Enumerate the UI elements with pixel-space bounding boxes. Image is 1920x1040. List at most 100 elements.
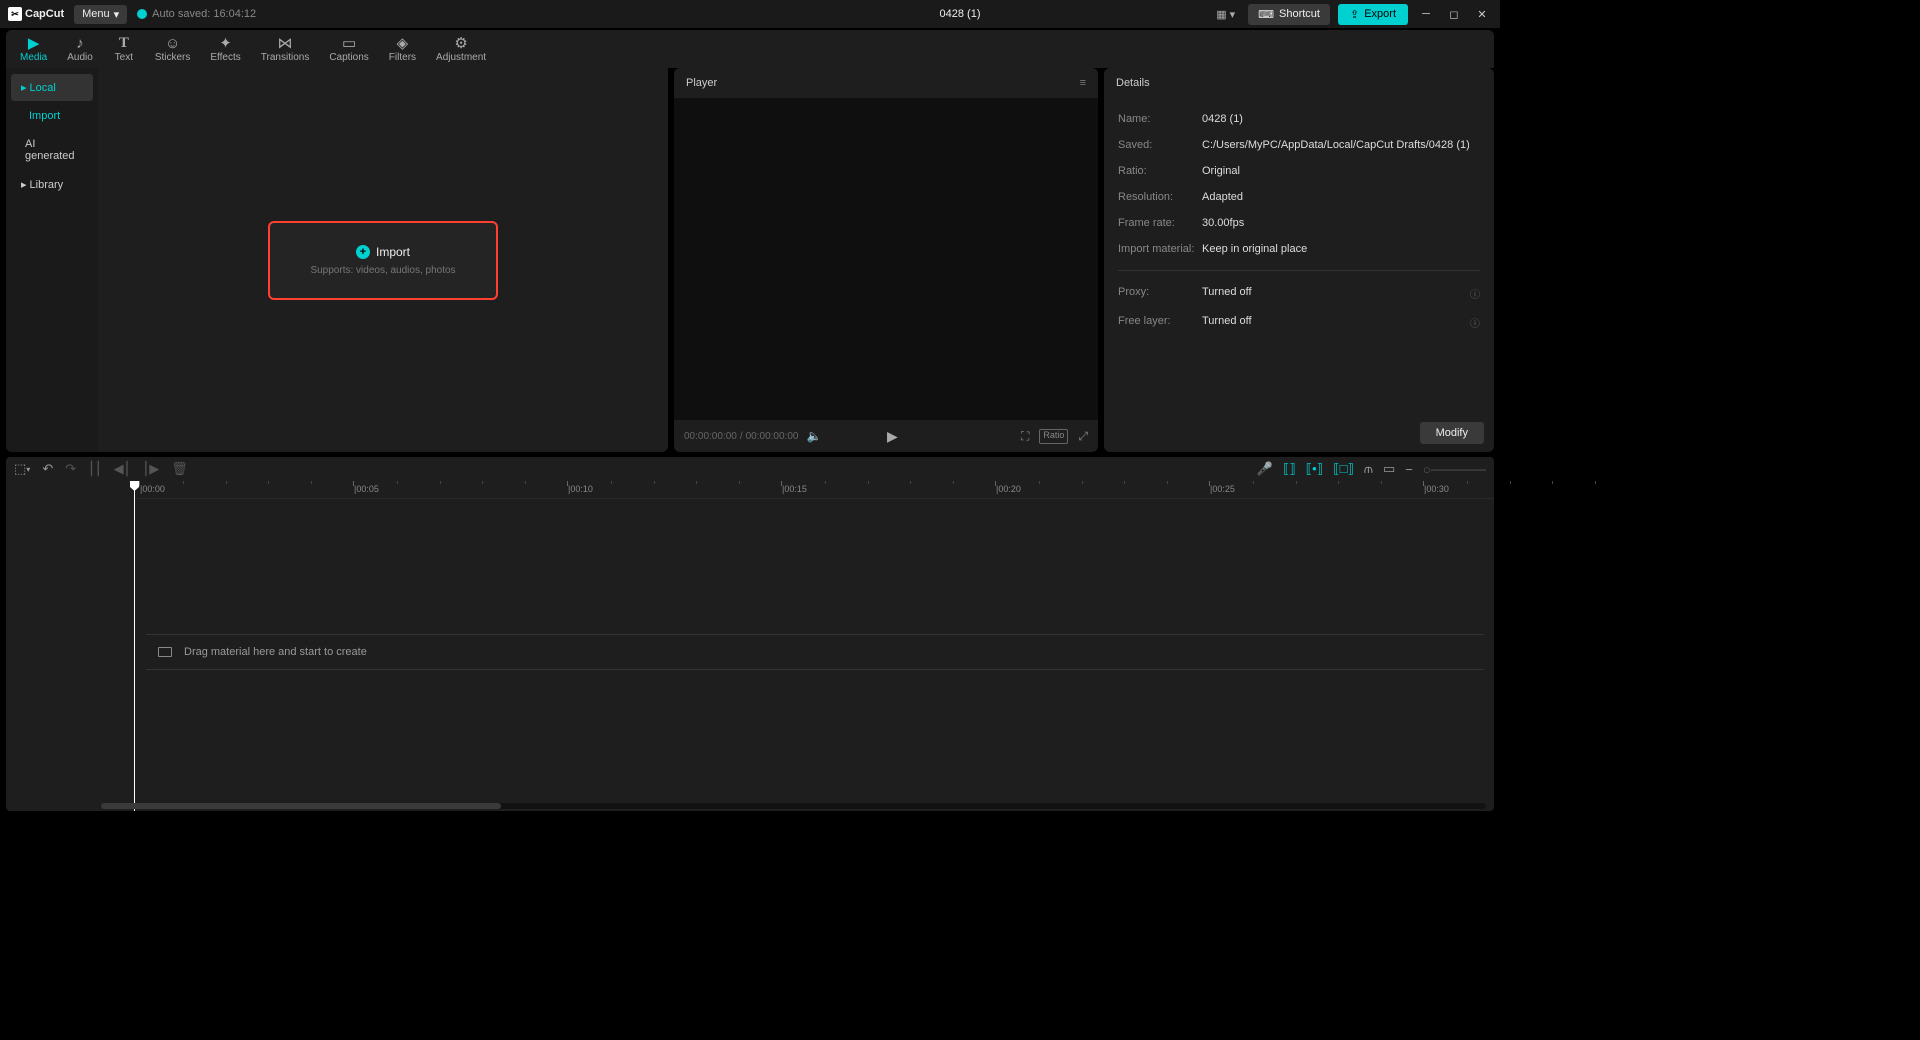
sidebar-item-library[interactable]: ▸Library	[11, 171, 93, 198]
media-content: + Import Supports: videos, audios, photo…	[98, 68, 668, 452]
minimize-button[interactable]: ─	[1416, 4, 1436, 24]
tab-audio[interactable]: ♪Audio	[57, 33, 103, 65]
detail-row-saved: Saved:C:/Users/MyPC/AppData/Local/CapCut…	[1118, 132, 1480, 158]
redo-button[interactable]: ↷	[65, 461, 76, 477]
info-icon[interactable]: ⓘ	[1470, 315, 1480, 330]
delete-button[interactable]: 🗑	[171, 461, 188, 477]
tab-stickers[interactable]: ☺Stickers	[145, 33, 201, 65]
shortcut-button[interactable]: ⌨ Shortcut	[1248, 4, 1330, 25]
tab-label: Filters	[389, 52, 416, 63]
linkage-button[interactable]: ⟦□⟧	[1333, 461, 1354, 477]
detail-row-ratio: Ratio:Original	[1118, 158, 1480, 184]
trim-right-button[interactable]: ⎮▶	[142, 461, 159, 477]
tab-transitions[interactable]: ⋈Transitions	[251, 33, 320, 65]
volume-icon[interactable]: 🔈	[806, 429, 821, 443]
auto-snap-button[interactable]: ⟦•⟧	[1306, 461, 1323, 477]
undo-button[interactable]: ↶	[42, 461, 53, 477]
detail-label: Free layer:	[1118, 315, 1202, 330]
time-total: 00:00:00:00	[746, 431, 799, 442]
import-subtitle: Supports: videos, audios, photos	[310, 265, 455, 276]
keyboard-icon: ⌨	[1258, 8, 1274, 21]
timecode: 00:00:00:00 / 00:00:00:00	[684, 431, 798, 442]
timeline-tracks[interactable]: Drag material here and start to create	[6, 499, 1494, 797]
tab-filters[interactable]: ◈Filters	[379, 33, 426, 65]
trim-left-button[interactable]: ◀⎮	[114, 461, 131, 477]
mic-button[interactable]: 🎤	[1257, 461, 1273, 477]
detail-value: Adapted	[1202, 191, 1480, 203]
detail-value: Keep in original place	[1202, 243, 1480, 255]
tab-label: Effects	[210, 52, 240, 63]
info-icon[interactable]: ⓘ	[1470, 286, 1480, 301]
tab-text[interactable]: TText	[103, 33, 145, 65]
time-current: 00:00:00:00	[684, 431, 737, 442]
player-header: Player ≡	[674, 68, 1098, 98]
top-tabs: ▶Media ♪Audio TText ☺Stickers ✦Effects ⋈…	[6, 30, 1494, 68]
separator	[1118, 270, 1480, 271]
player-controls-right: ⛶ Ratio ⤢	[1021, 429, 1088, 444]
tab-effects[interactable]: ✦Effects	[200, 33, 250, 65]
detail-label: Name:	[1118, 113, 1202, 125]
import-dropzone[interactable]: + Import Supports: videos, audios, photo…	[268, 221, 497, 300]
details-panel: Details Name:0428 (1) Saved:C:/Users/MyP…	[1104, 68, 1494, 452]
tab-label: Audio	[67, 52, 93, 63]
maximize-button[interactable]: ◻	[1444, 4, 1464, 24]
timeline-toolbar-right: 🎤 ⟦⟧ ⟦•⟧ ⟦□⟧ ⫙ ▭ − ○──────	[1257, 461, 1486, 477]
detail-value: C:/Users/MyPC/AppData/Local/CapCut Draft…	[1202, 139, 1480, 151]
play-button[interactable]: ▶	[887, 428, 898, 445]
player-viewport[interactable]	[674, 98, 1098, 420]
autosave-dot-icon	[137, 9, 147, 19]
tab-captions[interactable]: ▭Captions	[319, 33, 378, 65]
scrollbar-thumb[interactable]	[101, 803, 501, 809]
detail-row-proxy: Proxy:Turned offⓘ	[1118, 279, 1480, 308]
modify-button[interactable]: Modify	[1420, 422, 1484, 444]
timeline-scrollbar[interactable]	[101, 803, 1486, 809]
scan-icon[interactable]: ⛶	[1021, 429, 1029, 444]
ruler-tick: |00:30	[1424, 484, 1449, 494]
menu-button[interactable]: Menu ▾	[74, 5, 127, 24]
title-bar: ✂ CapCut Menu ▾ Auto saved: 16:04:12 042…	[0, 0, 1500, 28]
chevron-down-icon: ▾	[1230, 8, 1236, 21]
ruler-tick: |00:00	[140, 484, 165, 494]
ruler-tick: |00:05	[354, 484, 379, 494]
sidebar-item-local[interactable]: ▸Local	[11, 74, 93, 101]
clip-icon	[158, 647, 172, 657]
tab-adjustment[interactable]: ⚙Adjustment	[426, 33, 496, 65]
detail-row-resolution: Resolution:Adapted	[1118, 184, 1480, 210]
panel-menu-icon[interactable]: ≡	[1080, 77, 1086, 89]
zoom-slider[interactable]: ○──────	[1423, 462, 1486, 477]
logo-icon: ✂	[8, 7, 22, 21]
captions-icon: ▭	[342, 35, 356, 51]
timeline-ruler[interactable]: |00:00|00:05|00:10|00:15|00:20|00:25|00:…	[134, 481, 1494, 499]
text-icon: T	[119, 35, 129, 51]
selection-tool[interactable]: ⬚ ▾	[14, 461, 30, 477]
detail-value: 30.00fps	[1202, 217, 1480, 229]
sidebar-label: Local	[30, 82, 56, 94]
project-title: 0428 (1)	[940, 8, 981, 20]
sidebar-item-import[interactable]: Import	[11, 103, 93, 129]
ruler-tick: |00:20	[996, 484, 1021, 494]
zoom-out-button[interactable]: −	[1405, 462, 1413, 477]
main-track-magnet-button[interactable]: ⟦⟧	[1283, 461, 1296, 477]
tab-label: Media	[20, 52, 47, 63]
media-icon: ▶	[28, 35, 40, 51]
fullscreen-icon[interactable]: ⤢	[1078, 429, 1088, 444]
split-button[interactable]: ⎮⎮	[88, 461, 102, 477]
timeline-toolbar: ⬚ ▾ ↶ ↷ ⎮⎮ ◀⎮ ⎮▶ 🗑 🎤 ⟦⟧ ⟦•⟧ ⟦□⟧ ⫙ ▭ − ○─…	[6, 457, 1494, 481]
transitions-icon: ⋈	[278, 35, 293, 51]
detail-label: Proxy:	[1118, 286, 1202, 301]
close-button[interactable]: ✕	[1472, 4, 1492, 24]
export-button[interactable]: ⇪ Export	[1338, 4, 1408, 25]
shortcut-label: Shortcut	[1279, 8, 1320, 20]
timeline[interactable]: |00:00|00:05|00:10|00:15|00:20|00:25|00:…	[6, 481, 1494, 811]
cover-button[interactable]: ▭	[1383, 461, 1395, 477]
tab-media[interactable]: ▶Media	[10, 33, 57, 65]
adjustment-icon: ⚙	[454, 35, 467, 51]
autosave-status: Auto saved: 16:04:12	[137, 8, 256, 20]
ratio-button[interactable]: Ratio	[1039, 429, 1068, 444]
filters-icon: ◈	[397, 35, 409, 51]
menu-label: Menu	[82, 8, 110, 20]
preview-axis-button[interactable]: ⫙	[1364, 461, 1373, 477]
layout-button[interactable]: ▦ ▾	[1211, 5, 1240, 24]
sidebar-item-ai[interactable]: AI generated	[11, 131, 93, 169]
import-label: Import	[376, 245, 410, 259]
